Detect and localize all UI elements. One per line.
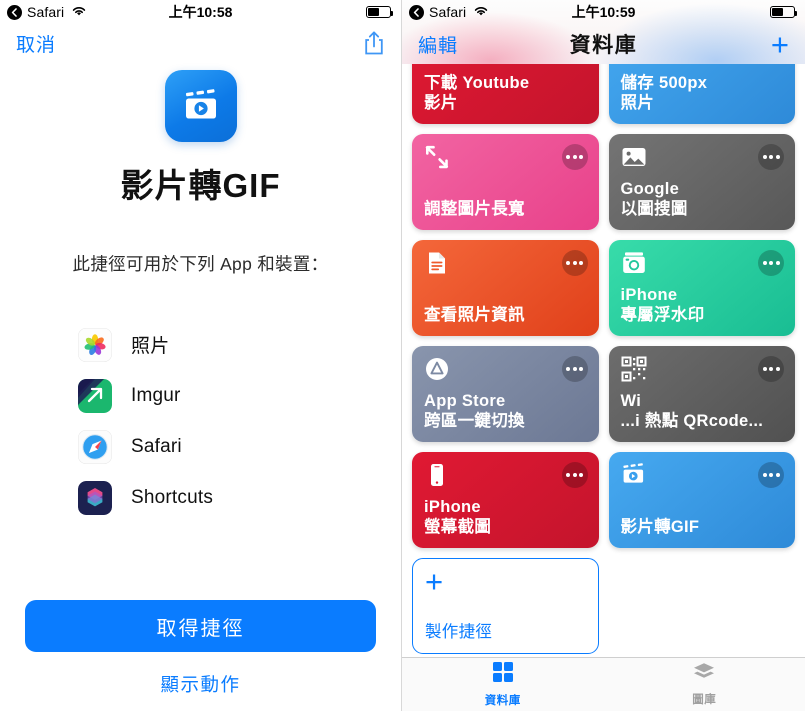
list-item[interactable]: 照片 — [78, 319, 401, 370]
library-title: 資料庫 — [569, 34, 638, 57]
create-shortcut-label: 製作捷徑 — [425, 623, 493, 642]
shortcuts-grid: 下載 Youtube 影片 儲存 500px 照片 調整圖片長寬 Google … — [402, 64, 805, 654]
tab-gallery-label: 圖庫 — [692, 694, 717, 706]
shortcut-tile[interactable]: 影片轉GIF — [608, 452, 795, 548]
shortcut-description: 此捷徑可用於下列 App 和裝置： — [72, 254, 329, 274]
left-nav-bar: 取消 — [0, 24, 401, 62]
video-clapper-icon — [164, 70, 237, 142]
shortcut-detail-body: 影片轉GIF 此捷徑可用於下列 App 和裝置： 照片 Imgur Safari… — [0, 62, 401, 711]
cancel-button[interactable]: 取消 — [16, 30, 56, 57]
shortcut-tile-label: Wi ...i 熱點 QRcode... — [620, 392, 764, 431]
shortcut-tile[interactable]: Google 以圖搜圖 — [608, 134, 795, 230]
safari-app-icon — [78, 429, 112, 464]
resize-icon — [424, 144, 450, 170]
shortcut-tile[interactable]: Wi ...i 熱點 QRcode... — [608, 346, 795, 442]
left-footer: 取得捷徑 顯示動作 — [0, 600, 401, 711]
camera-icon — [621, 250, 647, 276]
shortcut-tile-label: 影片轉GIF — [620, 518, 700, 537]
list-item[interactable]: Shortcuts — [78, 472, 401, 523]
battery-icon — [770, 6, 798, 18]
list-item[interactable]: Safari — [78, 421, 401, 472]
compatible-apps-list: 照片 Imgur Safari Shortcuts — [0, 319, 401, 523]
edit-button[interactable]: 編輯 — [418, 31, 458, 58]
more-icon[interactable] — [758, 462, 784, 488]
more-icon[interactable] — [561, 250, 588, 276]
shortcut-tile-label: App Store 跨區一鍵切換 — [424, 392, 525, 431]
app-name: Shortcuts — [131, 486, 214, 508]
left-screen-shortcut-detail: Safari 上午10:58 取消 影片轉GIF 此捷徑可用於下列 App 和裝… — [0, 0, 402, 711]
wifi-icon — [473, 5, 489, 20]
shortcut-tile-label: Google 以圖搜圖 — [620, 180, 688, 219]
right-status-bar: Safari 上午10:59 — [402, 0, 805, 24]
shortcut-tile-label: iPhone 螢幕截圖 — [424, 498, 492, 537]
page-title: 影片轉GIF — [120, 167, 281, 204]
shortcut-tile-label: 儲存 500px 照片 — [620, 74, 708, 113]
shortcut-tile[interactable]: iPhone 螢幕截圖 — [412, 452, 599, 548]
video-clapper-icon — [621, 462, 647, 488]
back-arrow-icon — [7, 4, 22, 20]
tab-bar: 資料庫 圖庫 — [402, 657, 805, 711]
status-back-to-app[interactable]: Safari — [409, 4, 489, 20]
battery-icon — [366, 6, 394, 18]
app-name: 照片 — [131, 336, 170, 357]
status-app-name: Safari — [429, 4, 467, 20]
dual-screenshot: Safari 上午10:58 取消 影片轉GIF 此捷徑可用於下列 App 和裝… — [0, 0, 805, 711]
shortcut-tile-label: 調整圖片長寬 — [424, 200, 525, 219]
qrcode-icon — [621, 356, 647, 382]
shortcuts-app-icon — [78, 480, 112, 515]
back-arrow-icon — [409, 4, 424, 20]
tab-library[interactable]: 資料庫 — [402, 658, 604, 711]
picture-icon — [621, 144, 647, 170]
phone-icon — [424, 462, 450, 488]
app-name: Imgur — [131, 384, 181, 406]
app-name: Safari — [131, 435, 182, 457]
shortcut-tile[interactable]: 查看照片資訊 — [412, 240, 599, 336]
shortcut-tile[interactable]: App Store 跨區一鍵切換 — [412, 346, 599, 442]
wifi-icon — [71, 5, 87, 20]
more-icon[interactable] — [758, 250, 784, 276]
right-header-area: Safari 上午10:59 編輯 資料庫 + — [402, 0, 805, 64]
more-icon[interactable] — [758, 144, 784, 170]
shortcut-tile[interactable]: 儲存 500px 照片 — [608, 64, 795, 124]
right-screen-shortcuts-library: Safari 上午10:59 編輯 資料庫 + 下載 Youtube 影片 儲存… — [402, 0, 805, 711]
more-icon[interactable] — [758, 356, 784, 382]
shortcut-tile[interactable]: 調整圖片長寬 — [412, 134, 599, 230]
document-icon — [424, 250, 450, 276]
shortcut-tile-label: 下載 Youtube 影片 — [424, 74, 530, 113]
appstore-icon — [424, 356, 450, 382]
imgur-app-icon — [78, 378, 112, 413]
photos-app-icon — [78, 327, 112, 362]
more-icon[interactable] — [561, 462, 588, 488]
shortcut-tile-label: iPhone 專屬浮水印 — [620, 286, 705, 325]
tab-library-label: 資料庫 — [484, 695, 521, 707]
shortcuts-grid-scroll[interactable]: 下載 Youtube 影片 儲存 500px 照片 調整圖片長寬 Google … — [402, 64, 805, 657]
create-shortcut-tile[interactable]: + 製作捷徑 — [412, 558, 599, 654]
tab-gallery[interactable]: 圖庫 — [604, 658, 805, 711]
plus-icon: + — [425, 564, 444, 599]
grid-icon — [492, 661, 514, 688]
get-shortcut-button[interactable]: 取得捷徑 — [25, 600, 376, 652]
left-status-bar: Safari 上午10:58 — [0, 0, 401, 24]
status-back-to-app[interactable]: Safari — [7, 4, 87, 20]
list-item[interactable]: Imgur — [78, 370, 401, 421]
show-actions-link[interactable]: 顯示動作 — [25, 671, 376, 697]
shortcut-tile-label: 查看照片資訊 — [424, 306, 525, 325]
library-nav-bar: 編輯 資料庫 + — [402, 24, 805, 64]
share-icon[interactable] — [363, 30, 385, 56]
status-app-name: Safari — [27, 4, 65, 20]
more-icon[interactable] — [561, 144, 588, 170]
shortcut-tile[interactable]: iPhone 專屬浮水印 — [608, 240, 795, 336]
more-icon[interactable] — [561, 356, 588, 382]
shortcut-tile[interactable]: 下載 Youtube 影片 — [412, 64, 599, 124]
layers-icon — [692, 662, 716, 687]
add-shortcut-button[interactable]: + — [771, 29, 789, 60]
